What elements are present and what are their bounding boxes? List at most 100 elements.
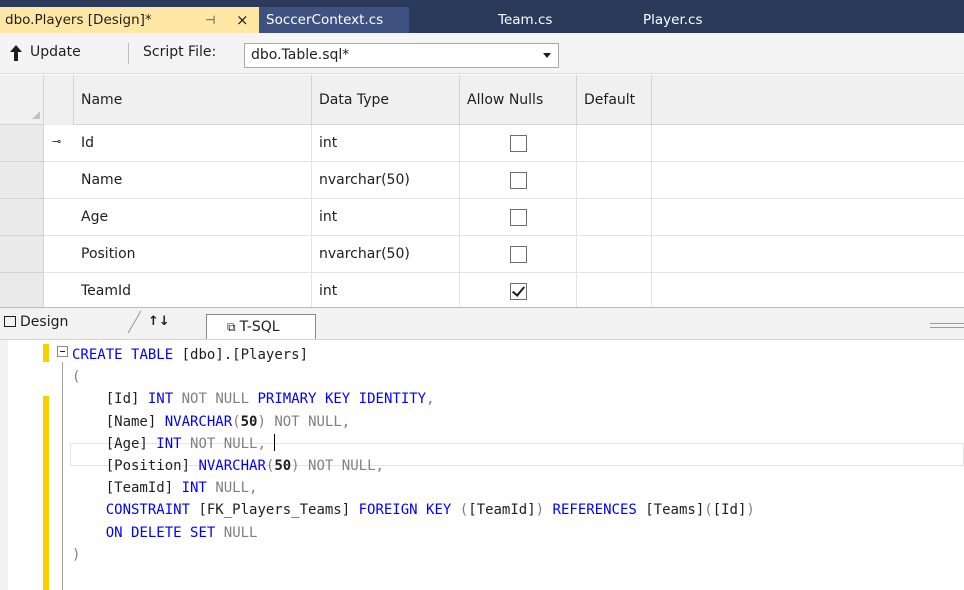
swap-panes-button[interactable]: ↑↓ (148, 312, 170, 332)
change-marker (43, 344, 49, 362)
allow-nulls-checkbox[interactable] (510, 172, 527, 189)
data-type-cell[interactable]: int (312, 199, 460, 236)
allow-nulls-cell[interactable] (460, 125, 577, 162)
row-selector[interactable] (0, 162, 44, 199)
row-selector[interactable] (0, 273, 44, 310)
pane-tab-bar: Design ↑↓ ⧉ T-SQL (0, 307, 964, 341)
allow-nulls-checkbox[interactable] (510, 135, 527, 152)
script-file-label: Script File: (143, 44, 217, 60)
allow-nulls-cell[interactable] (460, 199, 577, 236)
column-name-cell[interactable]: TeamId (74, 273, 312, 310)
script-file-select[interactable]: dbo.Table.sql* (244, 43, 559, 68)
column-header-data-type[interactable]: Data Type (312, 75, 460, 125)
data-type-cell[interactable]: int (312, 273, 460, 310)
default-cell[interactable] (577, 273, 652, 310)
row-gutter (44, 273, 74, 310)
row-filler (652, 236, 964, 273)
change-marker (43, 396, 49, 590)
table-row[interactable]: ⊸ Id int (0, 125, 964, 162)
tab-design-label: Design (20, 314, 69, 330)
primary-key-icon: ⊸ (52, 135, 62, 148)
column-name-cell[interactable]: Age (74, 199, 312, 236)
code-line[interactable]: ON DELETE SET NULL (72, 522, 258, 544)
table-row[interactable]: Position nvarchar(50) (0, 236, 964, 273)
tab-label: SoccerContext.cs (266, 12, 384, 28)
update-button[interactable]: Update (30, 33, 81, 72)
row-gutter (44, 236, 74, 273)
close-icon[interactable]: × (236, 7, 249, 33)
data-type-cell[interactable]: nvarchar(50) (312, 236, 460, 273)
default-cell[interactable] (577, 236, 652, 273)
data-type-cell[interactable]: int (312, 125, 460, 162)
grid-corner[interactable] (0, 75, 44, 125)
default-cell[interactable] (577, 162, 652, 199)
code-line[interactable]: CREATE TABLE [dbo].[Players] (72, 344, 308, 366)
select-all-icon (32, 111, 40, 119)
update-arrow-icon[interactable] (9, 44, 23, 62)
tab-soccercontext[interactable]: SoccerContext.cs (259, 7, 409, 33)
pin-icon[interactable]: ⊣ (205, 7, 215, 33)
column-name-cell[interactable]: Name (74, 162, 312, 199)
tab-team[interactable]: Team.cs (498, 7, 552, 33)
code-line[interactable]: ) (72, 544, 80, 566)
script-icon: ⧉ (227, 320, 236, 334)
text-caret (274, 433, 276, 451)
column-header-name[interactable]: Name (74, 75, 312, 125)
allow-nulls-checkbox[interactable] (510, 209, 527, 226)
row-filler (652, 162, 964, 199)
script-file-value: dbo.Table.sql* (251, 47, 350, 63)
chevron-down-icon[interactable] (543, 53, 551, 58)
designer-toolbar: Update Script File: dbo.Table.sql* (0, 33, 964, 74)
tab-tsql[interactable]: ⧉ T-SQL (206, 314, 316, 341)
allow-nulls-cell[interactable] (460, 236, 577, 273)
tab-label: Team.cs (498, 12, 553, 28)
collapse-icon[interactable] (57, 346, 68, 357)
row-filler (652, 199, 964, 236)
row-filler (652, 125, 964, 162)
row-gutter (44, 162, 74, 199)
code-line[interactable]: CONSTRAINT [FK_Players_Teams] FOREIGN KE… (72, 499, 755, 521)
row-selector[interactable] (0, 199, 44, 236)
table-row[interactable]: Age int (0, 199, 964, 236)
row-selector[interactable] (0, 125, 44, 162)
allow-nulls-cell[interactable] (460, 273, 577, 310)
code-line[interactable]: [TeamId] INT NULL, (72, 477, 258, 499)
column-header-default[interactable]: Default (577, 75, 652, 125)
tab-design[interactable]: Design (4, 312, 68, 332)
tab-divider (127, 311, 142, 333)
grid-gutter-header (44, 75, 74, 125)
allow-nulls-cell[interactable] (460, 162, 577, 199)
tsql-editor[interactable]: CREATE TABLE [dbo].[Players]( [Id] INT N… (0, 339, 964, 590)
columns-grid: Name Data Type Allow Nulls Default ⊸ Id in… (0, 75, 964, 310)
code-line[interactable]: [Id] INT NOT NULL PRIMARY KEY IDENTITY, (72, 388, 435, 410)
fold-guide (62, 362, 63, 590)
tab-label: dbo.Players [Design]* (5, 12, 152, 28)
table-row[interactable]: Name nvarchar(50) (0, 162, 964, 199)
tab-players-design[interactable]: dbo.Players [Design]* ⊣ × (0, 7, 259, 33)
tab-tsql-label: T-SQL (239, 319, 280, 335)
document-tab-strip: dbo.Players [Design]* ⊣ × SoccerContext.… (0, 0, 964, 33)
tab-label: Player.cs (643, 12, 703, 28)
table-row[interactable]: TeamId int (0, 273, 964, 310)
column-name-cell[interactable]: Position (74, 236, 312, 273)
column-header-allow-nulls[interactable]: Allow Nulls (460, 75, 577, 125)
splitter-handle[interactable] (930, 323, 964, 328)
default-cell[interactable] (577, 125, 652, 162)
default-cell[interactable] (577, 199, 652, 236)
column-name-cell[interactable]: Id (74, 125, 312, 162)
grid-header: Name Data Type Allow Nulls Default (0, 75, 964, 125)
row-gutter: ⊸ (44, 125, 74, 162)
row-gutter (44, 199, 74, 236)
code-line[interactable]: ( (72, 366, 80, 388)
code-line[interactable]: [Age] INT NOT NULL, (72, 433, 276, 455)
row-filler (652, 273, 964, 310)
allow-nulls-checkbox[interactable] (510, 283, 527, 300)
toolbar-separator (128, 43, 129, 64)
allow-nulls-checkbox[interactable] (510, 246, 527, 263)
tab-player[interactable]: Player.cs (643, 7, 703, 33)
code-line[interactable]: [Name] NVARCHAR(50) NOT NULL, (72, 411, 351, 433)
code-line[interactable]: [Position] NVARCHAR(50) NOT NULL, (72, 455, 384, 477)
design-view-icon (4, 316, 16, 327)
data-type-cell[interactable]: nvarchar(50) (312, 162, 460, 199)
row-selector[interactable] (0, 236, 44, 273)
